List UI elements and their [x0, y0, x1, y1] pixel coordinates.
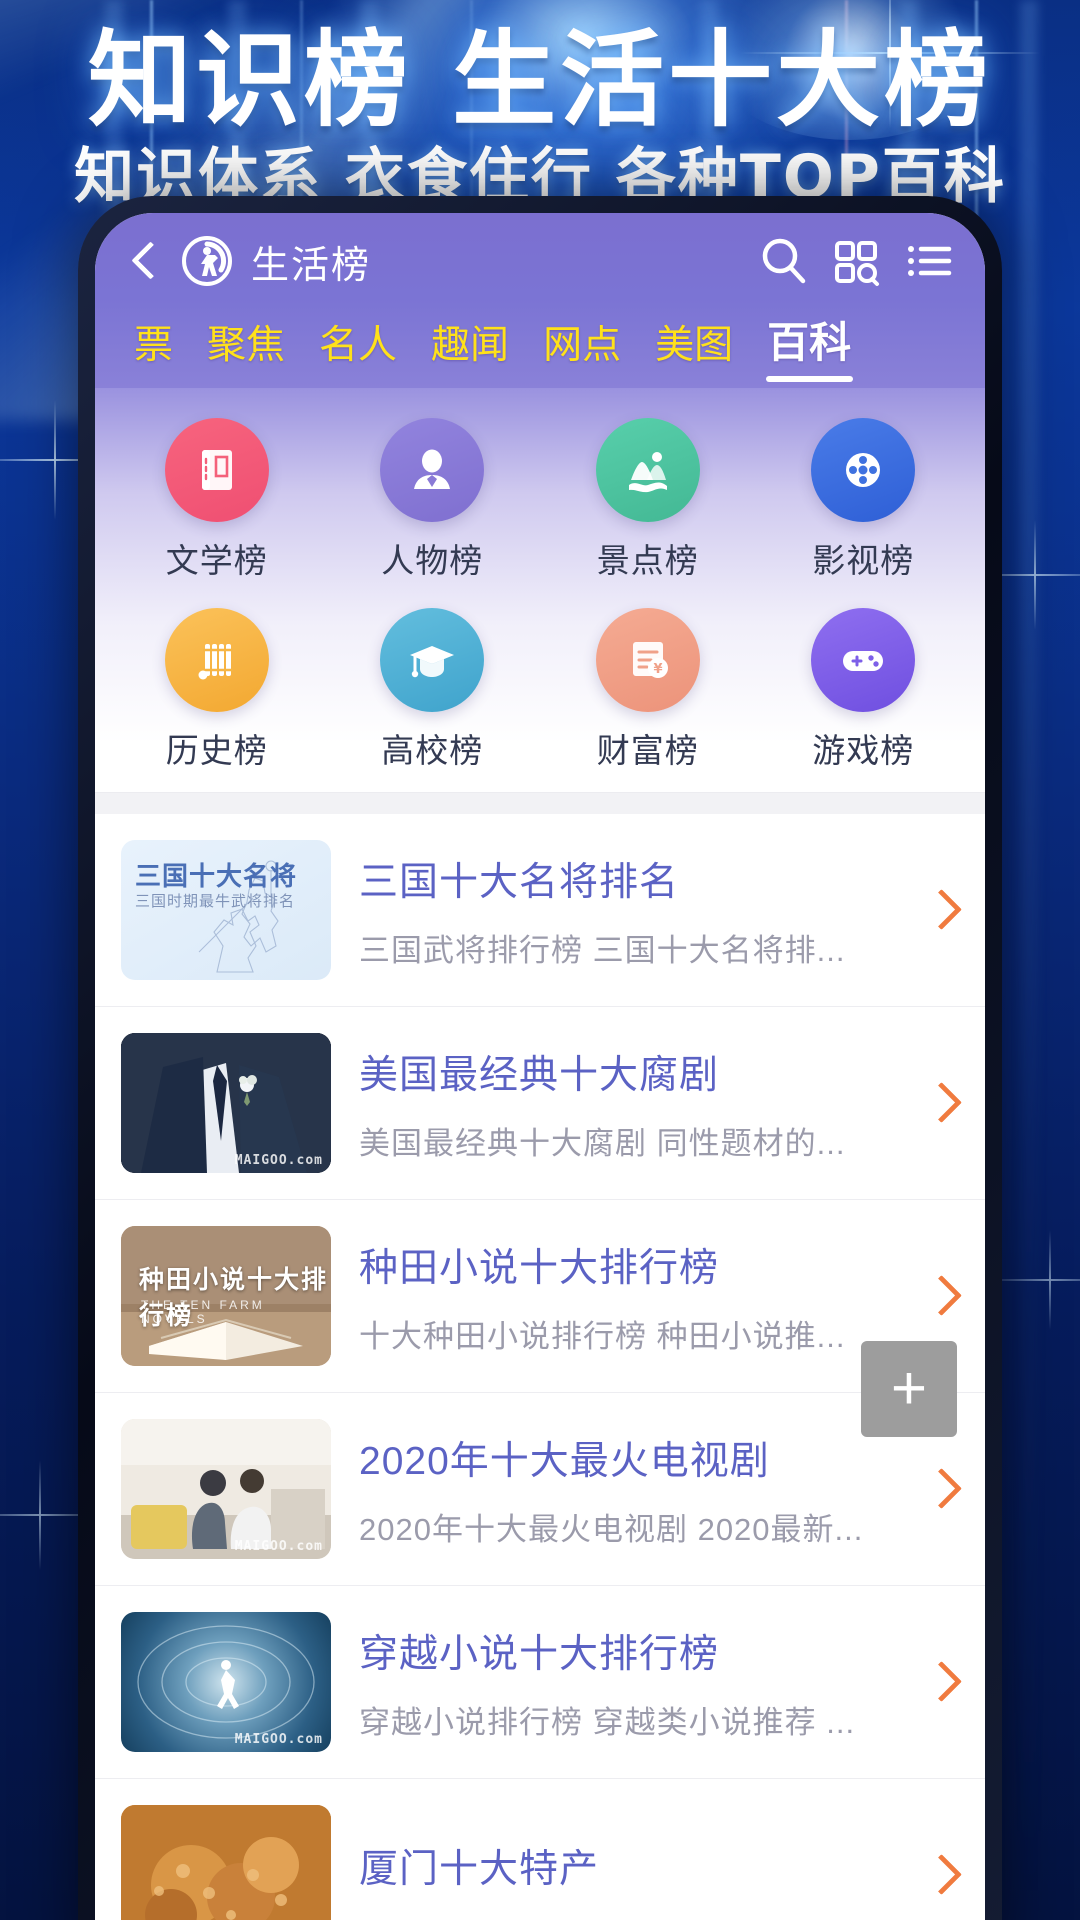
category-grid-section: 文学榜 人物榜 景点榜 影视榜 历史榜 高校榜 ¥ 财富榜 游戏榜 [95, 388, 985, 792]
graduation-cap-icon [380, 608, 485, 712]
list-item-title: 2020年十大最火电视剧 [359, 1439, 770, 1483]
list-item-text: 穿越小说十大排行榜 穿越小说排行榜 穿越类小说推荐 ... [359, 1623, 897, 1742]
chevron-right-icon[interactable] [925, 1463, 959, 1515]
category-label: 财富榜 [596, 732, 699, 769]
category-label: 景点榜 [596, 542, 699, 579]
invoice-yuan-icon: ¥ [595, 608, 700, 712]
category-label: 人物榜 [381, 542, 484, 579]
list-item[interactable]: MAIGOO.com 穿越小说十大排行榜 穿越小说排行榜 穿越类小说推荐 ... [95, 1586, 985, 1779]
gamepad-icon [811, 608, 916, 712]
maigoo-logo-icon [182, 236, 232, 286]
list-item-text: 三国十大名将排名 三国武将排行榜 三国十大名将排... [359, 851, 897, 970]
tab-quwen[interactable]: 趣闻 [414, 310, 526, 376]
list-item-text: 美国最经典十大腐剧 美国最经典十大腐剧 同性题材的... [359, 1044, 897, 1163]
tab-piao[interactable]: 票 [117, 310, 190, 376]
bamboo-scroll-icon [164, 608, 269, 712]
tab-jujiao[interactable]: 聚焦 [190, 310, 302, 376]
thumbnail-subtitle: 三国时期最牛武将排名 [135, 893, 296, 910]
list-item[interactable]: MAIGOO.com 2020年十大最火电视剧 2020年十大最火电视剧 202… [95, 1393, 985, 1586]
category-grid: 文学榜 人物榜 景点榜 影视榜 历史榜 高校榜 ¥ 财富榜 游戏榜 [109, 406, 971, 778]
phone-mockup: 生活榜 票 聚焦 名人 趣闻 网点 美图 百科 文学榜 人物榜 景点榜 影视榜 … [78, 196, 1002, 1920]
list-item[interactable]: MAIGOO.com 美国最经典十大腐剧 美国最经典十大腐剧 同性题材的... [95, 1007, 985, 1200]
list-item-text: 种田小说十大排行榜 十大种田小说排行榜 种田小说推... [359, 1237, 897, 1356]
thumbnail-subtitle: THE TEN FARM NOVELS [141, 1298, 265, 1326]
list-item-title: 厦门十大特产 [359, 1848, 600, 1891]
tab-baike[interactable]: 百科 [750, 305, 861, 382]
list-item-title: 种田小说十大排行榜 [359, 1246, 720, 1290]
list-item[interactable]: 厦门十大特产 [95, 1779, 985, 1920]
category-item-caifu[interactable]: ¥ 财富榜 [540, 596, 756, 778]
list-item-text: 2020年十大最火电视剧 2020年十大最火电视剧 2020最新... [359, 1430, 897, 1549]
list-item-desc: 美国最经典十大腐剧 同性题材的... [359, 1125, 846, 1161]
category-label: 游戏榜 [812, 732, 915, 769]
plus-icon: + [890, 1354, 928, 1423]
category-item-youxi[interactable]: 游戏榜 [756, 596, 972, 778]
list-item-thumbnail: MAIGOO.com [121, 1033, 331, 1173]
back-button[interactable] [129, 238, 163, 284]
grid-icon[interactable] [829, 234, 883, 288]
page-title: 生活榜 [251, 244, 372, 287]
chevron-right-icon[interactable] [925, 1656, 959, 1708]
watermark: MAIGOO.com [234, 1539, 323, 1554]
list-item-thumbnail: 种田小说十大排行榜 THE TEN FARM NOVELS [121, 1226, 331, 1366]
category-item-lishi[interactable]: 历史榜 [109, 596, 325, 778]
category-tabs[interactable]: 票 聚焦 名人 趣闻 网点 美图 百科 [95, 299, 985, 388]
list-item-title: 穿越小说十大排行榜 [359, 1632, 720, 1676]
list-item-title: 三国十大名将排名 [359, 860, 680, 904]
category-item-yingshi[interactable]: 影视榜 [756, 406, 972, 588]
category-label: 历史榜 [165, 732, 268, 769]
list-item-desc: 穿越小说排行榜 穿越类小说推荐 ... [359, 1704, 856, 1740]
list-item-desc: 十大种田小说排行榜 种田小说推... [359, 1318, 846, 1354]
chevron-right-icon[interactable] [925, 884, 959, 936]
chevron-right-icon[interactable] [925, 1270, 959, 1322]
section-divider [95, 792, 985, 814]
list-item-thumbnail [121, 1805, 331, 1920]
category-item-jingdian[interactable]: 景点榜 [540, 406, 756, 588]
category-label: 影视榜 [812, 542, 915, 579]
watermark: MAIGOO.com [234, 1732, 323, 1747]
list-item[interactable]: 种田小说十大排行榜 THE TEN FARM NOVELS 种田小说十大排行榜 … [95, 1200, 985, 1393]
film-reel-icon [811, 418, 916, 522]
article-list: 三国十大名将 三国时期最牛武将排名 三国十大名将排名 三国武将排行榜 三国十大名… [95, 814, 985, 1920]
chevron-right-icon[interactable] [925, 1077, 959, 1129]
add-button[interactable]: + [861, 1341, 957, 1437]
category-item-wenxue[interactable]: 文学榜 [109, 406, 325, 588]
category-item-gaoxiao[interactable]: 高校榜 [325, 596, 541, 778]
category-label: 文学榜 [165, 542, 268, 579]
poster-title: 知识榜 生活十大榜 [87, 19, 993, 141]
app-navbar: 生活榜 [95, 213, 985, 299]
thumbnail-title: 三国十大名将 [135, 861, 298, 891]
search-icon[interactable] [757, 234, 811, 288]
tab-meitu[interactable]: 美图 [638, 310, 750, 376]
list-item[interactable]: 三国十大名将 三国时期最牛武将排名 三国十大名将排名 三国武将排行榜 三国十大名… [95, 814, 985, 1007]
list-item-thumbnail: MAIGOO.com [121, 1612, 331, 1752]
list-item-desc: 2020年十大最火电视剧 2020最新... [359, 1511, 864, 1547]
watermark: MAIGOO.com [234, 1153, 323, 1168]
list-item-desc: 三国武将排行榜 三国十大名将排... [359, 932, 846, 968]
book-icon [164, 418, 269, 522]
person-icon [380, 418, 485, 522]
phone-screen: 生活榜 票 聚焦 名人 趣闻 网点 美图 百科 文学榜 人物榜 景点榜 影视榜 … [95, 213, 985, 1920]
svg-text:¥: ¥ [653, 662, 662, 677]
category-label: 高校榜 [381, 732, 484, 769]
list-item-text: 厦门十大特产 [359, 1838, 897, 1912]
category-item-renwu[interactable]: 人物榜 [325, 406, 541, 588]
tab-mingren[interactable]: 名人 [302, 310, 414, 376]
chevron-right-icon[interactable] [925, 1849, 959, 1901]
tab-wangdian[interactable]: 网点 [526, 310, 638, 376]
mountain-icon [595, 418, 700, 522]
list-icon[interactable] [901, 234, 955, 288]
list-item-title: 美国最经典十大腐剧 [359, 1053, 720, 1097]
list-item-thumbnail: MAIGOO.com [121, 1419, 331, 1559]
list-item-thumbnail: 三国十大名将 三国时期最牛武将排名 [121, 840, 331, 980]
